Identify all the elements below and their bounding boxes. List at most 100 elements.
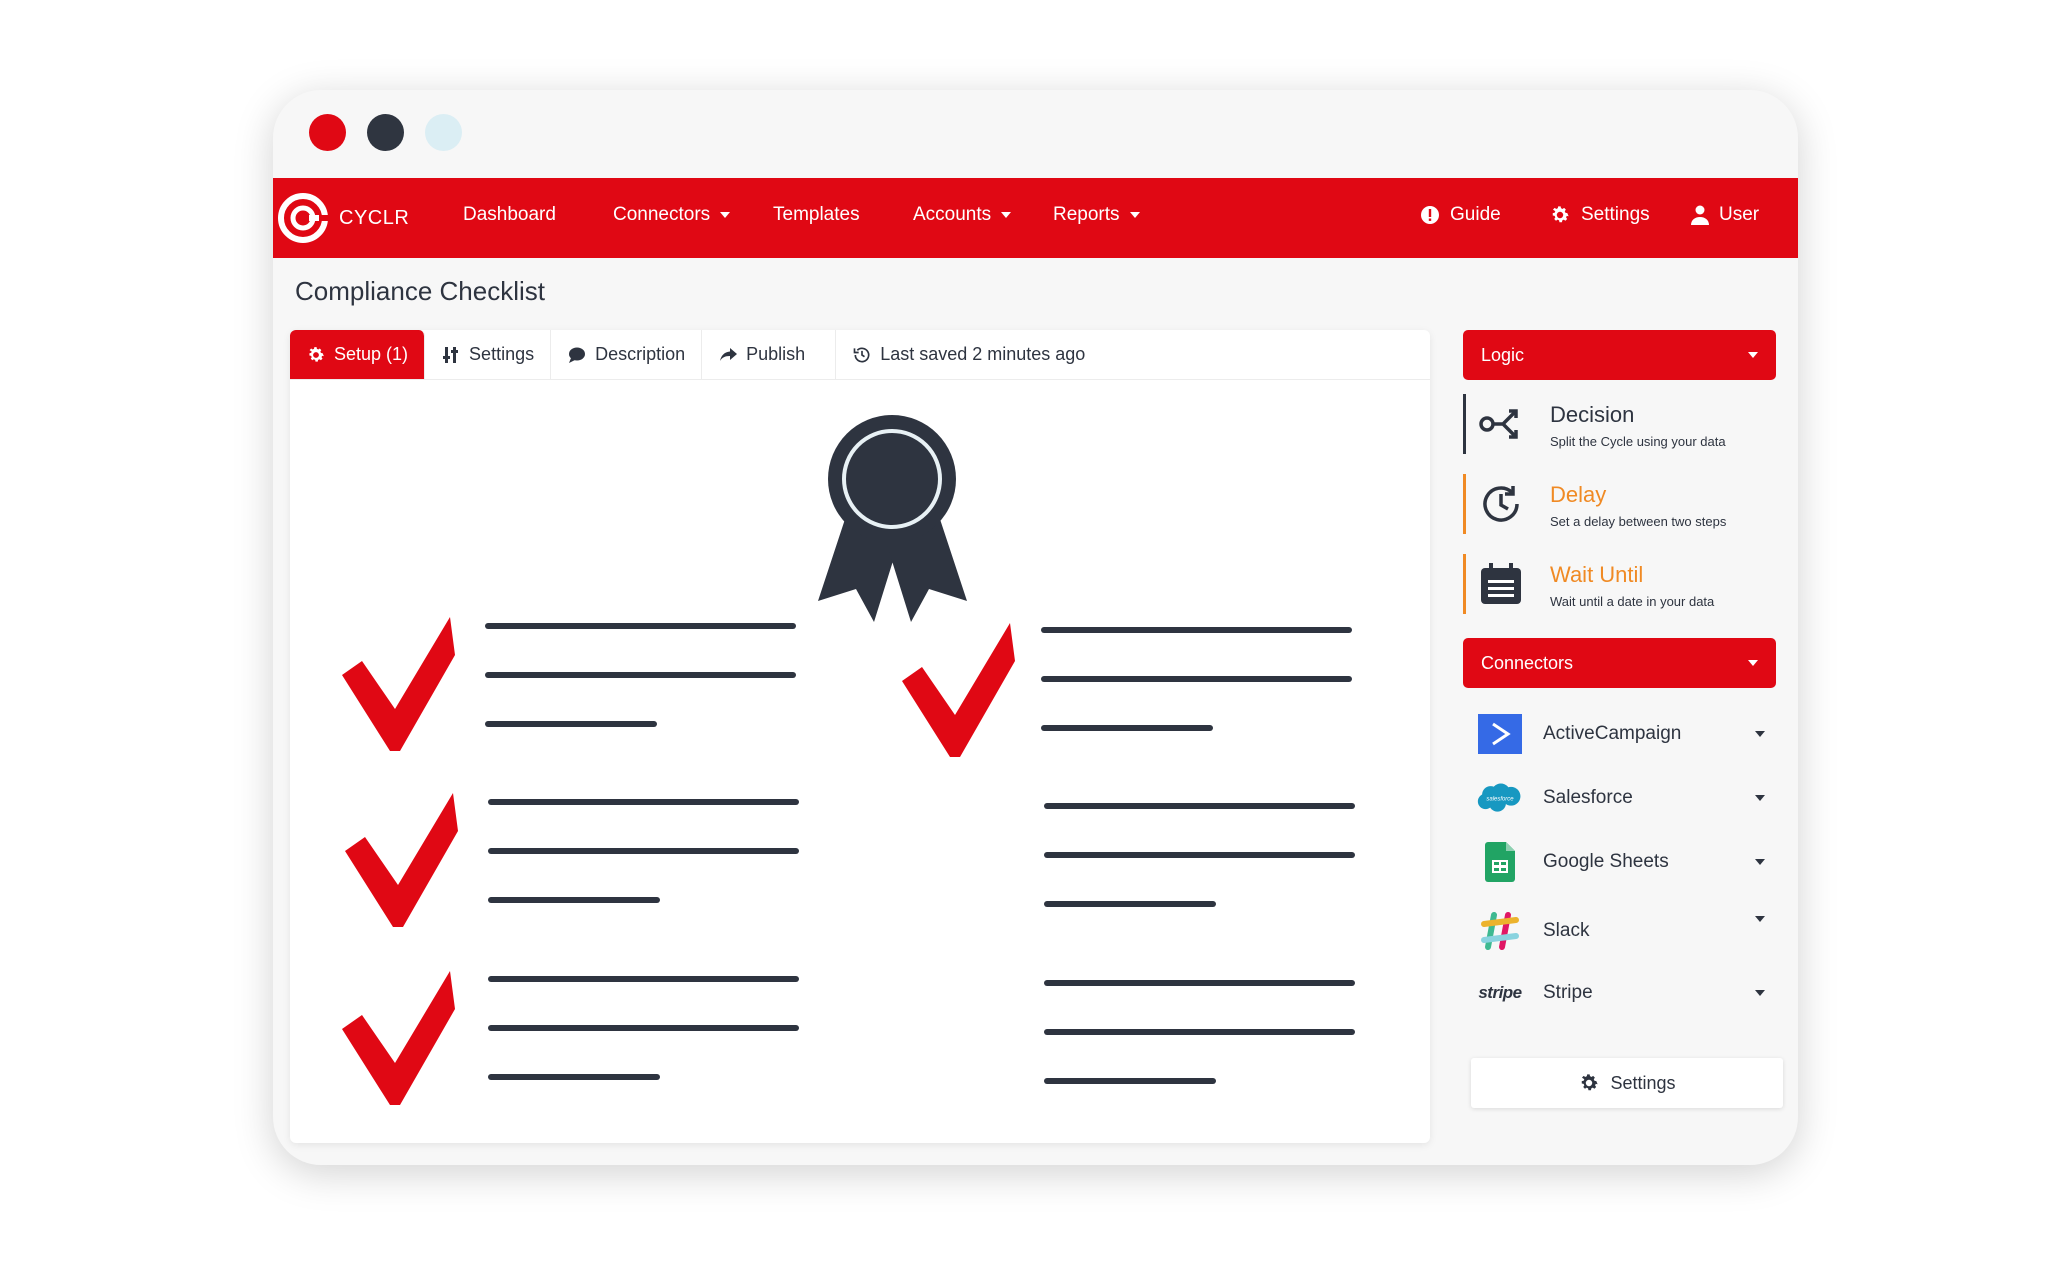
connector-label: Stripe bbox=[1543, 982, 1593, 1003]
brand-name: CYCLR bbox=[339, 206, 410, 229]
logic-accent-bar bbox=[1463, 554, 1466, 614]
window-controls bbox=[309, 114, 462, 151]
tab-description[interactable]: Description bbox=[551, 330, 703, 379]
tab-settings[interactable]: Settings bbox=[425, 330, 552, 379]
connector-google-sheets[interactable]: Google Sheets bbox=[1463, 830, 1783, 894]
decision-branch-icon bbox=[1479, 409, 1518, 439]
sliders-icon bbox=[443, 346, 459, 363]
compliance-checklist-illustration bbox=[342, 415, 1355, 1105]
check-mark-icon bbox=[902, 623, 1015, 757]
logic-text: Delay Set a delay between two steps bbox=[1550, 482, 1726, 529]
builder-tabbar: Setup (1) Settings Description Publish L… bbox=[290, 330, 1430, 380]
google-sheets-icon bbox=[1477, 839, 1523, 885]
tab-description-label: Description bbox=[595, 344, 686, 364]
right-sidebar: Logic Decision Split the Cycle using you… bbox=[1463, 330, 1783, 1018]
connector-label: Salesforce bbox=[1543, 787, 1633, 808]
builder-panel: Setup (1) Settings Description Publish L… bbox=[290, 330, 1430, 1143]
logic-title: Wait Until bbox=[1550, 562, 1644, 587]
logic-desc: Wait until a date in your data bbox=[1550, 594, 1715, 609]
logic-accent-bar bbox=[1463, 474, 1466, 534]
connector-activecampaign[interactable]: ActiveCampaign bbox=[1463, 702, 1783, 766]
nav-accounts-label: Accounts bbox=[913, 204, 992, 225]
connectors-panel-header[interactable]: Connectors bbox=[1463, 638, 1776, 688]
logic-text: Decision Split the Cycle using your data bbox=[1550, 402, 1726, 449]
check-mark-icon bbox=[345, 793, 458, 927]
caret-down-icon[interactable] bbox=[1755, 731, 1765, 737]
caret-down-icon[interactable] bbox=[1755, 916, 1765, 922]
nav-reports-label: Reports bbox=[1053, 204, 1120, 225]
connector-stripe[interactable]: stripe Stripe bbox=[1463, 968, 1783, 1018]
sidebar-settings-label: Settings bbox=[1610, 1072, 1676, 1093]
speech-bubble-icon bbox=[569, 347, 586, 363]
logic-title: Decision bbox=[1550, 402, 1635, 427]
connector-salesforce[interactable]: salesforce Salesforce bbox=[1463, 766, 1783, 830]
svg-text:salesforce: salesforce bbox=[1486, 797, 1514, 803]
nav-guide[interactable]: Guide bbox=[1420, 204, 1501, 226]
logic-item-delay[interactable]: Delay Set a delay between two steps bbox=[1463, 468, 1783, 548]
share-arrow-icon bbox=[720, 347, 738, 361]
logic-item-wait-until[interactable]: Wait Until Wait until a date in your dat… bbox=[1463, 548, 1783, 628]
connectors-header-label: Connectors bbox=[1481, 652, 1574, 673]
nav-templates-label: Templates bbox=[773, 204, 860, 225]
tab-settings-label: Settings bbox=[469, 344, 535, 364]
gear-icon bbox=[1582, 1074, 1599, 1091]
top-navbar: CYCLR Dashboard Connectors Templates Acc… bbox=[273, 178, 1798, 258]
sidebar-settings-button[interactable]: Settings bbox=[1471, 1058, 1783, 1108]
logic-item-decision[interactable]: Decision Split the Cycle using your data bbox=[1463, 388, 1783, 468]
slack-icon bbox=[1477, 908, 1523, 954]
app-window: CYCLR Dashboard Connectors Templates Acc… bbox=[273, 90, 1798, 1165]
nav-templates[interactable]: Templates bbox=[773, 204, 860, 226]
caret-down-icon[interactable] bbox=[1755, 795, 1765, 801]
caret-down-icon bbox=[720, 212, 731, 218]
salesforce-icon: salesforce bbox=[1477, 775, 1523, 821]
nav-accounts[interactable]: Accounts bbox=[913, 204, 1012, 226]
nav-guide-label: Guide bbox=[1450, 204, 1501, 225]
nav-settings[interactable]: Settings bbox=[1549, 204, 1650, 226]
nav-user[interactable]: User bbox=[1691, 204, 1759, 226]
nav-connectors[interactable]: Connectors bbox=[613, 204, 731, 226]
connector-label: ActiveCampaign bbox=[1543, 723, 1682, 744]
logic-desc: Split the Cycle using your data bbox=[1550, 434, 1726, 449]
nav-connectors-label: Connectors bbox=[613, 204, 711, 225]
caret-down-icon bbox=[1748, 352, 1758, 358]
nav-reports[interactable]: Reports bbox=[1053, 204, 1140, 226]
close-window-button[interactable] bbox=[309, 114, 346, 151]
tab-setup-label: Setup (1) bbox=[334, 344, 409, 364]
caret-down-icon bbox=[1001, 212, 1012, 218]
minimize-window-button[interactable] bbox=[367, 114, 404, 151]
brand-logo[interactable]: CYCLR bbox=[277, 192, 409, 244]
user-icon bbox=[1691, 205, 1709, 225]
connector-slack[interactable]: Slack bbox=[1463, 894, 1783, 968]
nav-dashboard-label: Dashboard bbox=[463, 204, 556, 225]
last-saved-label: Last saved 2 minutes ago bbox=[880, 344, 1086, 364]
caret-down-icon bbox=[1129, 212, 1140, 218]
tab-setup[interactable]: Setup (1) bbox=[290, 330, 426, 379]
tab-publish-label: Publish bbox=[746, 344, 806, 364]
tab-publish[interactable]: Publish bbox=[702, 330, 837, 379]
activecampaign-icon bbox=[1477, 711, 1523, 757]
logic-title: Delay bbox=[1550, 482, 1607, 507]
gear-icon bbox=[1552, 206, 1569, 223]
caret-down-icon bbox=[1748, 660, 1758, 666]
check-mark-icon bbox=[342, 971, 455, 1105]
caret-down-icon[interactable] bbox=[1755, 859, 1765, 865]
connector-label: Google Sheets bbox=[1543, 851, 1669, 872]
calendar-icon bbox=[1481, 563, 1521, 604]
connector-label: Slack bbox=[1543, 920, 1590, 941]
logic-accent-bar bbox=[1463, 394, 1466, 454]
cyclr-logo-icon bbox=[278, 193, 329, 243]
logic-text: Wait Until Wait until a date in your dat… bbox=[1550, 562, 1714, 609]
nav-user-label: User bbox=[1719, 204, 1760, 225]
maximize-window-button[interactable] bbox=[425, 114, 462, 151]
stripe-icon: stripe bbox=[1478, 983, 1522, 1002]
logic-panel-header[interactable]: Logic bbox=[1463, 330, 1776, 380]
last-saved-status: Last saved 2 minutes ago bbox=[836, 330, 1101, 379]
award-ribbon-icon bbox=[818, 415, 967, 622]
alert-circle-icon bbox=[1421, 206, 1439, 224]
page-title: Compliance Checklist bbox=[295, 276, 545, 306]
nav-dashboard[interactable]: Dashboard bbox=[463, 204, 556, 226]
caret-down-icon[interactable] bbox=[1755, 990, 1765, 996]
history-clock-icon bbox=[853, 347, 870, 362]
nav-settings-label: Settings bbox=[1581, 204, 1650, 225]
gear-icon bbox=[309, 346, 324, 362]
